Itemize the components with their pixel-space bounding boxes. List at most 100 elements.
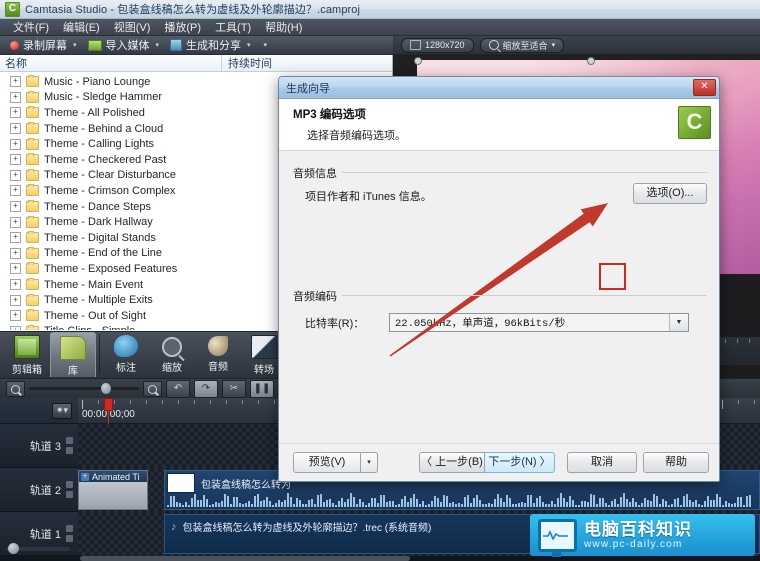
menu-item-file[interactable]: 文件(F) <box>6 19 56 35</box>
track-toggle-icons[interactable] <box>66 525 73 542</box>
track-toggle-icons[interactable] <box>66 437 73 454</box>
ruler-tick <box>738 400 739 404</box>
track-height-slider[interactable] <box>6 543 70 554</box>
timeline-horizontal-scrollbar[interactable] <box>0 556 760 561</box>
watermark: 电脑百科知识 www.pc-daily.com <box>530 514 755 557</box>
import-media-button[interactable]: 导入媒体 ▾ <box>84 36 164 54</box>
expander-icon[interactable]: + <box>10 247 21 259</box>
produce-share-icon <box>170 39 183 51</box>
expander-icon[interactable]: + <box>10 138 21 150</box>
window-title: Camtasia Studio - 包装盒线稿怎么转为虚线及外轮廓描边？.cam… <box>25 4 361 16</box>
chevron-down-icon[interactable]: ▾ <box>73 41 77 49</box>
expander-icon[interactable]: + <box>10 185 21 197</box>
folder-icon <box>26 75 39 88</box>
expander-icon[interactable]: + <box>10 154 21 166</box>
expander-icon[interactable]: + <box>10 201 21 213</box>
preview-dimensions-label: 1280x720 <box>425 40 465 50</box>
chevron-down-icon[interactable]: ▾ <box>156 41 160 49</box>
gear-icon[interactable]: ✷▾ <box>52 402 72 419</box>
tab-label: 音频 <box>208 362 228 373</box>
list-item-label: Theme - Digital Stands <box>44 231 156 244</box>
tab-clip-bin[interactable]: 剪辑箱 <box>4 332 50 377</box>
tab-zoom-n-pan[interactable]: 缩放 <box>149 332 195 377</box>
list-item-label: Theme - Multiple Exits <box>44 294 153 307</box>
expander-icon[interactable]: + <box>10 76 21 88</box>
preview-toolbar: 1280x720 缩放至适合 ▾ <box>393 36 760 55</box>
produce-share-button[interactable]: 生成和分享 ▾ <box>166 36 255 54</box>
track-header-column: ✷▾ 轨道 3 轨道 2 轨道 1 <box>0 398 79 561</box>
tab-callout[interactable]: 标注 <box>103 332 149 377</box>
tab-library[interactable]: 库 <box>50 332 96 377</box>
slider-knob[interactable] <box>8 543 19 554</box>
chevron-down-icon[interactable]: ▾ <box>247 41 251 49</box>
dialog-footer: 预览(V) ▾ 〈 上一步(B) 下一步(N) 〉 取消 帮助 <box>279 443 719 481</box>
folder-icon <box>26 215 39 228</box>
menu-item-play[interactable]: 播放(P) <box>157 19 208 35</box>
help-button[interactable]: 帮助 <box>643 452 709 473</box>
toolbar-overflow-button[interactable]: ▾ <box>258 40 272 50</box>
undo-button[interactable]: ↶ <box>166 379 190 398</box>
menu-item-view[interactable]: 视图(V) <box>107 19 158 35</box>
audio-waveform <box>167 492 757 507</box>
expander-icon[interactable]: + <box>10 107 21 119</box>
record-screen-button[interactable]: 录制屏幕 ▾ <box>6 36 81 54</box>
expander-icon[interactable]: + <box>10 169 21 181</box>
application-window: C Camtasia Studio - 包装盒线稿怎么转为虚线及外轮廓描边？.c… <box>0 0 760 561</box>
expander-icon[interactable]: + <box>10 325 21 330</box>
zoom-in-icon[interactable] <box>143 380 162 397</box>
menu-item-tools[interactable]: 工具(T) <box>208 19 258 35</box>
back-button[interactable]: 〈 上一步(B) <box>419 452 485 473</box>
options-button[interactable]: 选项(O)... <box>633 183 707 204</box>
column-header-duration[interactable]: 持续时间 <box>222 55 392 71</box>
ruler-tick <box>194 400 195 404</box>
column-header-name[interactable]: 名称 <box>0 55 222 71</box>
record-screen-label: 录制屏幕 <box>23 40 67 52</box>
slider-knob[interactable] <box>101 383 111 394</box>
preview-dimensions-button[interactable]: 1280x720 <box>401 37 474 53</box>
track-toggle-icons[interactable] <box>66 481 73 498</box>
screen-size-icon <box>410 40 421 50</box>
timeline-zoom-slider[interactable] <box>29 383 139 394</box>
ruler-tick <box>242 400 243 404</box>
tab-audio[interactable]: 音频 <box>195 332 241 377</box>
preview-dropdown-button[interactable]: ▾ <box>361 452 378 473</box>
close-icon[interactable]: ✕ <box>693 79 716 96</box>
scrollbar-thumb[interactable] <box>80 556 410 561</box>
expander-icon[interactable]: + <box>10 294 21 306</box>
menu-item-help[interactable]: 帮助(H) <box>258 19 309 35</box>
track-label: 轨道 2 <box>29 484 61 497</box>
bitrate-select[interactable]: 22.050kHz，单声道，96kBits/秒 ▼ <box>389 313 689 332</box>
track-header-2[interactable]: 轨道 2 <box>0 468 78 512</box>
produce-share-label: 生成和分享 <box>186 40 242 52</box>
expander-icon[interactable]: + <box>10 263 21 275</box>
chevron-down-icon[interactable]: ▾ <box>552 41 556 49</box>
expander-icon[interactable]: + <box>10 310 21 322</box>
clip-animated-title[interactable]: + Animated Ti <box>78 470 148 510</box>
audio-info-description: 项目作者和 iTunes 信息。 <box>305 191 432 203</box>
preview-zoom-button[interactable]: 缩放至适合 ▾ <box>479 37 565 53</box>
cut-button[interactable]: ✂ <box>222 379 246 398</box>
expand-icon[interactable]: + <box>81 472 89 481</box>
menu-item-edit[interactable]: 编辑(E) <box>56 19 107 35</box>
copy-button[interactable]: ❚❚ <box>250 379 274 398</box>
preview-button[interactable]: 预览(V) <box>293 452 361 473</box>
expander-icon[interactable]: + <box>10 91 21 103</box>
chevron-down-icon[interactable]: ▼ <box>669 314 688 331</box>
track-header-3[interactable]: 轨道 3 <box>0 424 78 468</box>
zoom-out-icon[interactable] <box>6 380 25 397</box>
canvas-handle-top-center[interactable] <box>587 57 595 65</box>
list-item-label: Theme - Crimson Complex <box>44 184 176 197</box>
clip-title: 包装盒线稿怎么转为虚线及外轮廓描边？.trec (系统音频) <box>182 523 432 534</box>
expander-icon[interactable]: + <box>10 279 21 291</box>
expander-icon[interactable]: + <box>10 216 21 228</box>
next-button[interactable]: 下一步(N) 〉 <box>485 452 555 473</box>
import-media-label: 导入媒体 <box>105 40 150 52</box>
expander-icon[interactable]: + <box>10 232 21 244</box>
cancel-button[interactable]: 取消 <box>567 452 637 473</box>
canvas-handle-top-left[interactable] <box>414 57 422 65</box>
redo-button[interactable]: ↷ <box>194 379 218 398</box>
expander-icon[interactable]: + <box>10 123 21 135</box>
folder-icon <box>26 137 39 150</box>
playhead[interactable] <box>104 398 113 561</box>
folder-icon <box>26 309 39 322</box>
